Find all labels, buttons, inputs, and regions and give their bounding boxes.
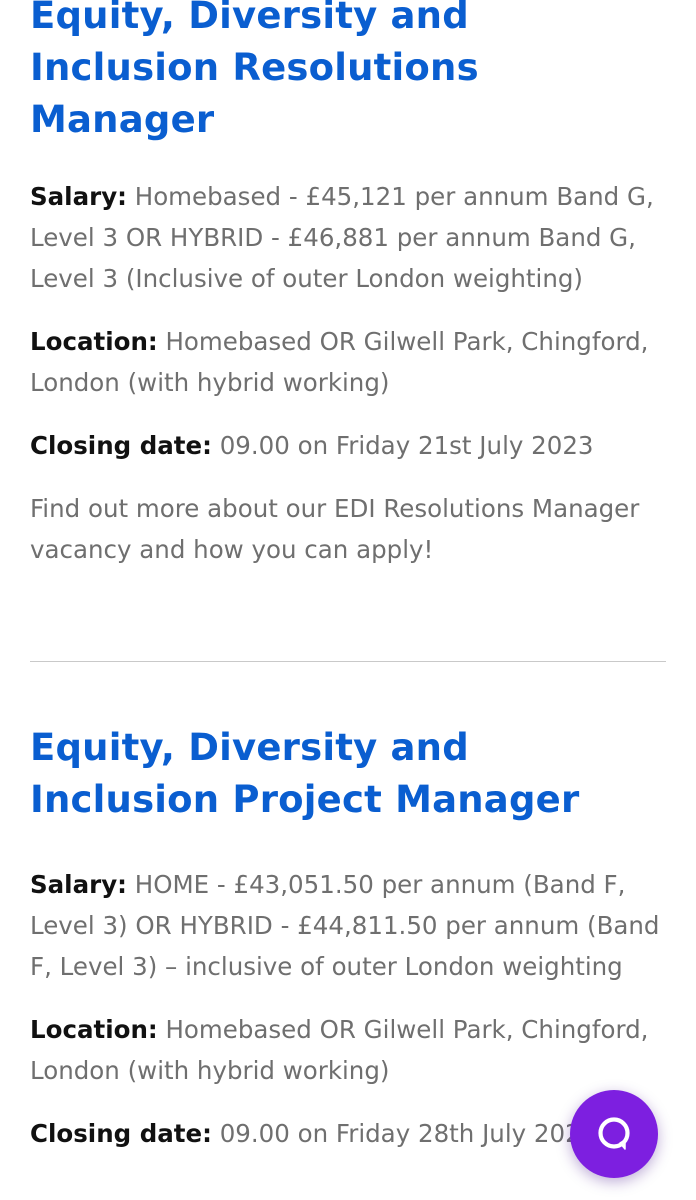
job-listing-resolutions-manager: Equity, Diversity and Inclusion Resoluti…	[30, 0, 670, 570]
closing-date-detail: Closing date: 09.00 on Friday 21st July …	[30, 425, 670, 466]
salary-detail: Salary: HOME - £43,051.50 per annum (Ban…	[30, 864, 670, 987]
location-detail: Location: Homebased OR Gilwell Park, Chi…	[30, 321, 670, 403]
location-label: Location:	[30, 1015, 158, 1044]
closing-date-label: Closing date:	[30, 1119, 212, 1148]
salary-detail: Salary: Homebased - £45,121 per annum Ba…	[30, 176, 670, 299]
job-title[interactable]: Equity, Diversity and Inclusion Project …	[30, 722, 670, 826]
closing-date-label: Closing date:	[30, 431, 212, 460]
find-out-more-link[interactable]: Find out more about our EDI Resolutions …	[30, 488, 670, 570]
salary-label: Salary:	[30, 182, 127, 211]
closing-date-value: 09.00 on Friday 21st July 2023	[219, 431, 594, 460]
listing-divider	[30, 661, 666, 662]
salary-label: Salary:	[30, 870, 127, 899]
location-label: Location:	[30, 327, 158, 356]
chat-widget-button[interactable]	[570, 1090, 658, 1178]
closing-date-value: 09.00 on Friday 28th July 2023	[219, 1119, 597, 1148]
location-detail: Location: Homebased OR Gilwell Park, Chi…	[30, 1009, 670, 1091]
job-title[interactable]: Equity, Diversity and Inclusion Resoluti…	[30, 0, 670, 146]
job-listing-project-manager: Equity, Diversity and Inclusion Project …	[30, 722, 670, 1154]
chat-bubble-icon	[594, 1114, 634, 1154]
